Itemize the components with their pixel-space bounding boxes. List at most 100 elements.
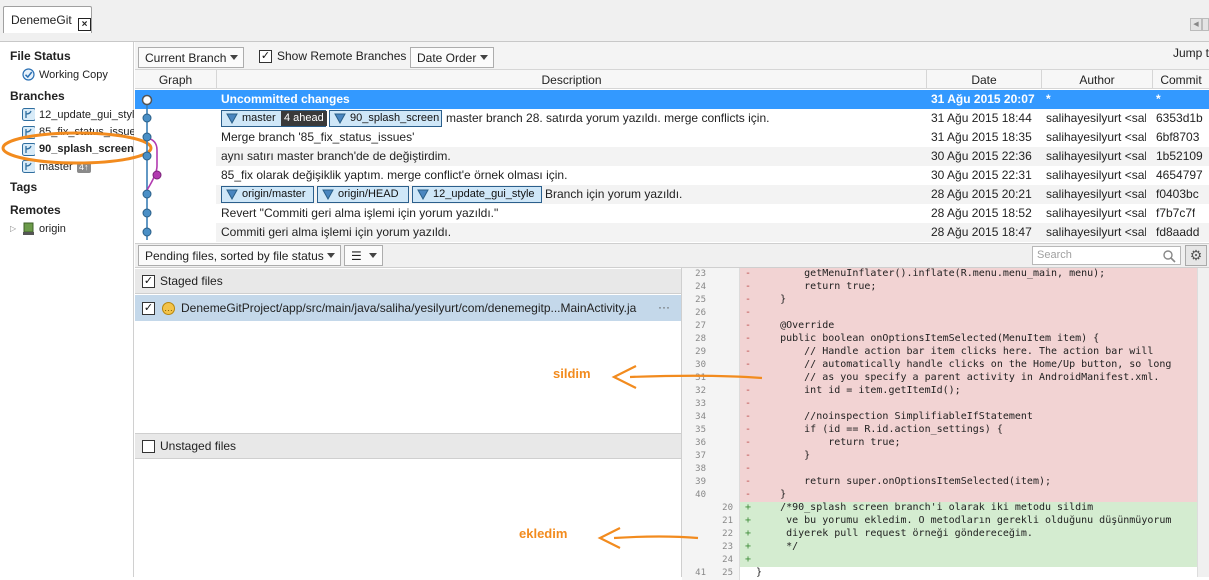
- graph-node[interactable]: [142, 113, 152, 123]
- diff-line[interactable]: 26 -: [682, 307, 1209, 320]
- show-remote-checkbox[interactable]: ✓: [259, 50, 272, 63]
- diff-line[interactable]: 38 -: [682, 463, 1209, 476]
- file-checkbox[interactable]: ✓: [142, 302, 155, 315]
- graph-node[interactable]: [142, 132, 152, 142]
- remotes-heading[interactable]: Remotes: [10, 203, 61, 217]
- commit-row[interactable]: origin/master origin/HEAD 12_update_gui_…: [216, 185, 1209, 204]
- diff-line[interactable]: 36 - return true;: [682, 437, 1209, 450]
- diff-line[interactable]: 23 - getMenuInflater().inflate(R.menu.men…: [682, 268, 1209, 281]
- commit-row[interactable]: master 4 ahead 90_splash_screen master b…: [216, 109, 1209, 128]
- branch-tag[interactable]: origin/master: [221, 186, 314, 203]
- search-icon: [1163, 250, 1176, 263]
- commit-hash: 6bf8703: [1156, 130, 1200, 144]
- commit-author: salihayesilyurt <sal: [1046, 225, 1146, 239]
- diff-line[interactable]: 37 - }: [682, 450, 1209, 463]
- staged-file-row[interactable]: ✓ … DenemeGitProject/app/src/main/java/s…: [135, 295, 681, 321]
- diff-line[interactable]: 28 - public boolean onOptionsItemSelected…: [682, 333, 1209, 346]
- column-description[interactable]: Description: [217, 73, 926, 87]
- diff-scrollbar[interactable]: [1197, 268, 1209, 577]
- graph-node[interactable]: [142, 151, 152, 161]
- old-line-number: 37: [695, 451, 706, 461]
- diff-sign: -: [745, 281, 752, 292]
- commit-hash: f0403bc: [1156, 187, 1199, 201]
- diff-code: @Override: [756, 320, 835, 331]
- diff-line[interactable]: 24 +: [682, 554, 1209, 567]
- sidebar-item-12-update-gui-style[interactable]: 12_update_gui_style: [39, 109, 134, 121]
- diff-line[interactable]: 33 -: [682, 398, 1209, 411]
- old-line-number: 28: [695, 334, 706, 344]
- tags-heading[interactable]: Tags: [10, 180, 37, 194]
- diff-line[interactable]: 24 - return true;: [682, 281, 1209, 294]
- sidebar-item-working-copy[interactable]: Working Copy: [39, 69, 108, 81]
- diff-sign: -: [745, 411, 752, 422]
- order-dropdown[interactable]: Date Order: [410, 47, 494, 68]
- gear-icon[interactable]: ⚙: [1185, 245, 1207, 266]
- graph-node[interactable]: [142, 227, 152, 237]
- repo-tab[interactable]: DenemeGit ×: [3, 6, 92, 33]
- commit-hash: 1b52109: [1156, 149, 1203, 163]
- commit-hash: *: [1156, 92, 1161, 106]
- more-options-icon[interactable]: ···: [658, 300, 670, 314]
- commit-row[interactable]: Commiti geri alma işlemi için yorum yazı…: [216, 223, 1209, 242]
- jump-to-label[interactable]: Jump t: [1173, 46, 1209, 60]
- column-graph[interactable]: Graph: [135, 73, 216, 87]
- commit-author: salihayesilyurt <sal: [1046, 168, 1146, 182]
- commit-row[interactable]: Uncommitted changes 31 Ağu 2015 20:07 * …: [216, 90, 1209, 109]
- file-status-heading[interactable]: File Status: [10, 49, 71, 63]
- graph-node[interactable]: [141, 94, 153, 106]
- diff-line[interactable]: 40 - }: [682, 489, 1209, 502]
- diff-line[interactable]: 34 - //noinspection SimplifiableIfStateme…: [682, 411, 1209, 424]
- graph-node[interactable]: [152, 170, 162, 180]
- graph-node[interactable]: [142, 208, 152, 218]
- commit-author: salihayesilyurt <sal: [1046, 206, 1146, 220]
- commit-description: Merge branch '85_fix_status_issues': [221, 130, 415, 144]
- expand-arrow-icon[interactable]: ▷: [10, 224, 16, 233]
- diff-sign: +: [745, 528, 752, 539]
- commit-row[interactable]: aynı satırı master branch'de de değiştir…: [216, 147, 1209, 166]
- diff-sign: +: [745, 502, 752, 513]
- tab-strip: DenemeGit × ◀: [0, 0, 1209, 42]
- branch-tag[interactable]: master 4 ahead: [221, 110, 327, 127]
- graph-node[interactable]: [142, 189, 152, 199]
- diff-code: }: [756, 294, 787, 305]
- branch-tag[interactable]: origin/HEAD: [317, 186, 409, 203]
- sidebar-item-origin[interactable]: origin: [39, 223, 66, 235]
- new-line-number: 24: [722, 555, 733, 565]
- commit-author: salihayesilyurt <sal: [1046, 130, 1146, 144]
- branch-tag[interactable]: 90_splash_screen: [329, 110, 442, 127]
- diff-line[interactable]: 41 25}: [682, 567, 1209, 580]
- diff-line[interactable]: 22 + diyerek pull request örneği gönderec…: [682, 528, 1209, 541]
- diff-line[interactable]: 21 + ve bu yorumu ekledim. O metodların g…: [682, 515, 1209, 528]
- branches-heading[interactable]: Branches: [10, 89, 65, 103]
- column-author[interactable]: Author: [1042, 73, 1152, 87]
- arrow-annotation: [597, 527, 699, 549]
- pending-sort-dropdown[interactable]: Pending files, sorted by file status: [138, 245, 341, 266]
- commit-row[interactable]: 85_fix olarak değişiklik yaptım. merge c…: [216, 166, 1209, 185]
- column-commit[interactable]: Commit: [1153, 73, 1209, 87]
- column-date[interactable]: Date: [927, 73, 1041, 87]
- unstaged-checkbox[interactable]: [142, 440, 155, 453]
- diff-line[interactable]: 29 - // Handle action bar item clicks her…: [682, 346, 1209, 359]
- diff-sign: -: [745, 346, 752, 357]
- branch-filter-dropdown[interactable]: Current Branch: [138, 47, 244, 68]
- diff-line[interactable]: 39 - return super.onOptionsItemSelected(i…: [682, 476, 1209, 489]
- diff-line[interactable]: 23 + */: [682, 541, 1209, 554]
- scroll-right-icon[interactable]: [1202, 18, 1209, 31]
- diff-line[interactable]: 27 - @Override: [682, 320, 1209, 333]
- staged-checkbox[interactable]: ✓: [142, 275, 155, 288]
- diff-sign: +: [745, 515, 752, 526]
- search-input[interactable]: Search: [1032, 246, 1181, 265]
- close-icon[interactable]: ×: [78, 18, 91, 31]
- diff-sign: -: [745, 333, 752, 344]
- diff-line[interactable]: 25 - }: [682, 294, 1209, 307]
- commit-row[interactable]: Merge branch '85_fix_status_issues' 31 A…: [216, 128, 1209, 147]
- view-options-dropdown[interactable]: ☰: [344, 245, 383, 266]
- branch-icon: [226, 113, 238, 124]
- diff-line[interactable]: 20 + /*90_splash screen branch'i olarak i…: [682, 502, 1209, 515]
- branch-tag[interactable]: 12_update_gui_style: [412, 186, 542, 203]
- chevron-down-icon: [230, 55, 238, 60]
- diff-line[interactable]: 35 - if (id == R.id.action_settings) {: [682, 424, 1209, 437]
- modified-icon: …: [162, 302, 175, 315]
- scroll-left-icon[interactable]: ◀: [1190, 18, 1202, 31]
- commit-row[interactable]: Revert "Commiti geri alma işlemi için yo…: [216, 204, 1209, 223]
